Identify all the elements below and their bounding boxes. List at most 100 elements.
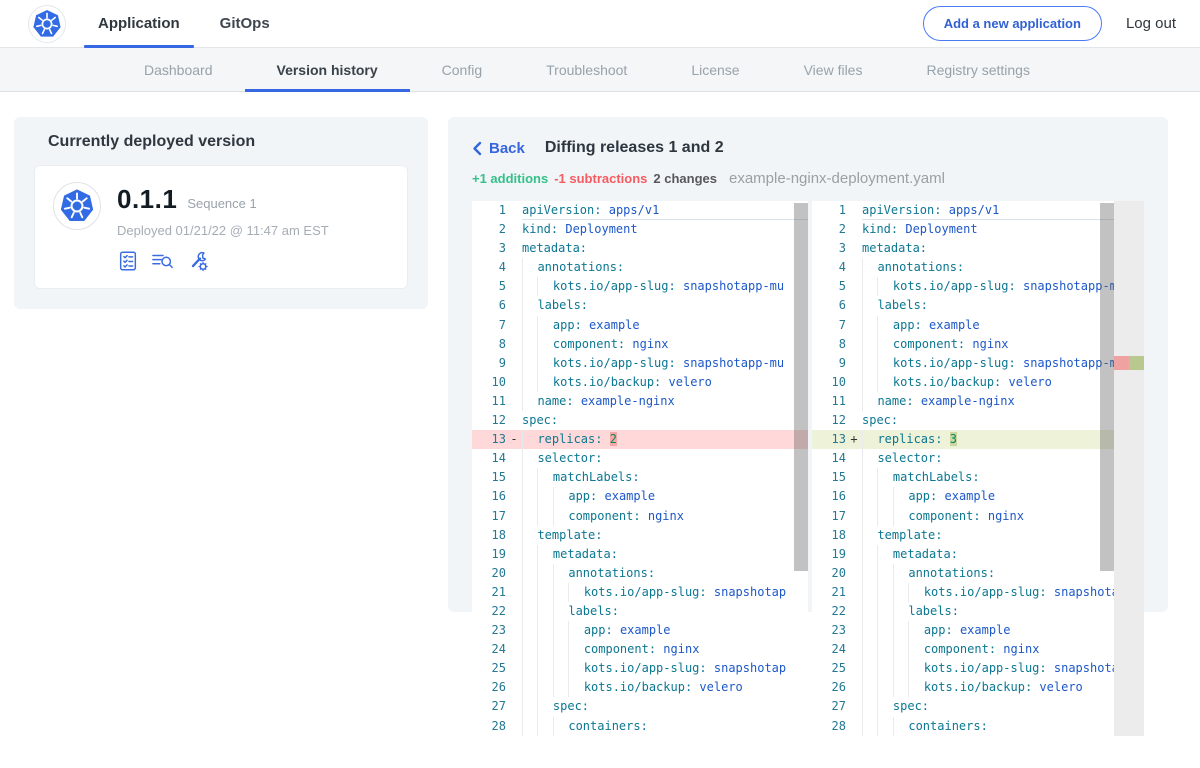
diff-filename: example-nginx-deployment.yaml	[729, 170, 945, 187]
diff-sign	[846, 468, 862, 487]
line-number: 1	[472, 201, 506, 220]
diff-sign	[846, 621, 862, 640]
code-line: 7 app: example	[472, 316, 808, 335]
diff-sign	[506, 678, 522, 697]
deploy-logs-icon[interactable]	[151, 250, 175, 272]
diff-overview-ruler[interactable]	[1114, 201, 1144, 736]
overview-insertion-marker	[1129, 356, 1144, 370]
tab-dashboard[interactable]: Dashboard	[112, 48, 245, 91]
line-number: 26	[472, 678, 506, 697]
preflight-checks-icon[interactable]	[117, 250, 139, 272]
diff-sign	[506, 296, 522, 315]
code-line: 10 kots.io/backup: velero	[812, 373, 1144, 392]
subtractions-count: -1 subtractions	[554, 171, 647, 186]
diff-sign	[846, 392, 862, 411]
code-line: 13+ replicas: 3	[812, 430, 1144, 449]
line-number: 10	[812, 373, 846, 392]
diff-pane-modified[interactable]: 1apiVersion: apps/v12kind: Deployment3me…	[812, 201, 1144, 736]
line-number: 18	[472, 526, 506, 545]
diff-sign	[506, 487, 522, 506]
tab-registry-settings[interactable]: Registry settings	[894, 48, 1061, 91]
line-number: 9	[472, 354, 506, 373]
code-lines: 1apiVersion: apps/v12kind: Deployment3me…	[472, 201, 808, 736]
code-text: replicas: 2	[522, 430, 808, 449]
line-number: 21	[472, 583, 506, 602]
diff-sign	[506, 621, 522, 640]
code-line: 16 app: example	[812, 487, 1144, 506]
code-line: 17 component: nginx	[812, 507, 1144, 526]
diff-sign	[846, 640, 862, 659]
tab-troubleshoot[interactable]: Troubleshoot	[514, 48, 659, 91]
back-button[interactable]: Back	[472, 140, 525, 157]
diff-sign	[506, 545, 522, 564]
diff-sign	[506, 602, 522, 621]
diff-sign	[506, 373, 522, 392]
line-number: 20	[472, 564, 506, 583]
diff-pane-original[interactable]: 1apiVersion: apps/v12kind: Deployment3me…	[472, 201, 808, 736]
line-number: 6	[472, 296, 506, 315]
code-line: 23 app: example	[812, 621, 1144, 640]
line-number: 26	[812, 678, 846, 697]
diff-header: Back Diffing releases 1 and 2	[472, 139, 1144, 157]
line-number: 15	[812, 468, 846, 487]
code-text: kind: Deployment	[522, 220, 808, 239]
scrollbar[interactable]	[1100, 201, 1114, 736]
code-line: 15 matchLabels:	[812, 468, 1144, 487]
code-line: 8 component: nginx	[812, 335, 1144, 354]
line-number: 25	[812, 659, 846, 678]
line-number: 2	[812, 220, 846, 239]
top-tab-application[interactable]: Application	[78, 0, 200, 47]
diff-sign	[506, 411, 522, 430]
diff-sign	[846, 335, 862, 354]
tab-view-files[interactable]: View files	[772, 48, 895, 91]
top-tab-gitops[interactable]: GitOps	[200, 0, 290, 47]
code-line: 13- replicas: 2	[472, 430, 808, 449]
code-text: kots.io/backup: velero	[522, 373, 808, 392]
tab-license[interactable]: License	[659, 48, 771, 91]
code-line: 20 annotations:	[812, 564, 1144, 583]
line-number: 10	[472, 373, 506, 392]
top-nav-tabs: ApplicationGitOps	[78, 0, 290, 47]
line-number: 13	[472, 430, 506, 449]
line-number: 2	[472, 220, 506, 239]
scrollbar-thumb[interactable]	[794, 203, 808, 571]
line-number: 28	[472, 717, 506, 736]
code-line: 14 selector:	[812, 449, 1144, 468]
line-number: 22	[472, 602, 506, 621]
version-number: 0.1.1	[117, 184, 177, 215]
line-number: 6	[812, 296, 846, 315]
diff-sign	[846, 354, 862, 373]
code-line: 22 labels:	[472, 602, 808, 621]
code-text: selector:	[522, 449, 808, 468]
line-number: 24	[812, 640, 846, 659]
code-line: 10 kots.io/backup: velero	[472, 373, 808, 392]
diff-editors: 1apiVersion: apps/v12kind: Deployment3me…	[472, 201, 1144, 736]
diff-sign	[846, 507, 862, 526]
tab-version-history[interactable]: Version history	[245, 48, 410, 91]
line-number: 16	[472, 487, 506, 506]
line-number: 8	[472, 335, 506, 354]
code-line: 18 template:	[812, 526, 1144, 545]
edit-config-icon[interactable]	[187, 250, 210, 272]
line-number: 11	[812, 392, 846, 411]
code-line: 3metadata:	[812, 239, 1144, 258]
logout-link[interactable]: Log out	[1126, 15, 1176, 32]
diff-card: Back Diffing releases 1 and 2 +1 additio…	[448, 117, 1168, 612]
code-line: 20 annotations:	[472, 564, 808, 583]
deployed-card-heading: Currently deployed version	[48, 133, 408, 151]
code-line: 24 component: nginx	[472, 640, 808, 659]
tab-config[interactable]: Config	[410, 48, 514, 91]
scrollbar-thumb[interactable]	[1100, 203, 1114, 571]
version-action-icons	[117, 250, 329, 272]
add-new-application-button[interactable]: Add a new application	[923, 6, 1102, 41]
code-text: spec:	[522, 697, 808, 716]
scrollbar[interactable]	[794, 201, 808, 736]
code-line: 14 selector:	[472, 449, 808, 468]
code-text: metadata:	[522, 545, 808, 564]
code-text: kots.io/app-slug: snapshotapp-mu	[522, 277, 808, 296]
code-text: component: nginx	[522, 335, 808, 354]
code-line: 21 kots.io/app-slug: snapshotap	[812, 583, 1144, 602]
code-text: metadata:	[522, 239, 808, 258]
code-line: 27 spec:	[472, 697, 808, 716]
diff-sign	[846, 220, 862, 239]
